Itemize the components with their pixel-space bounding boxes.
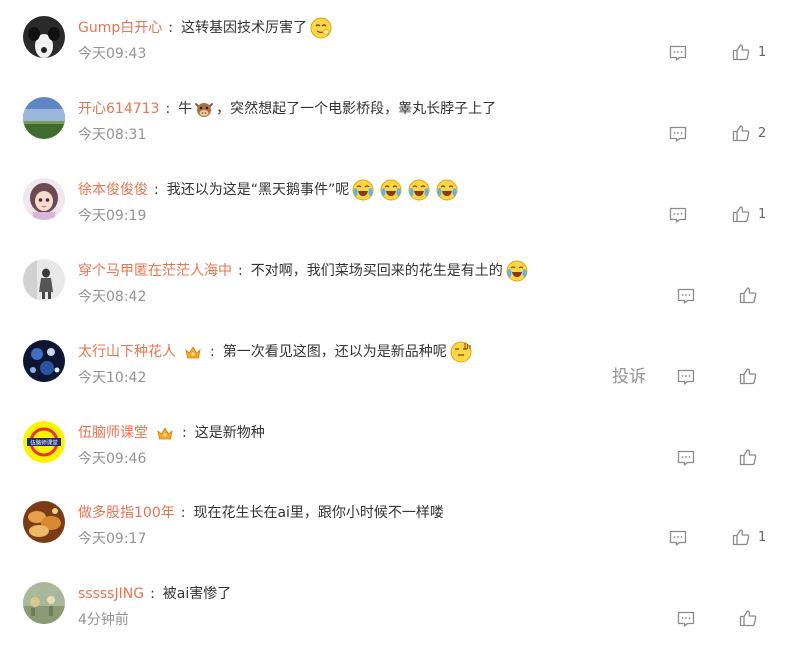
like-button[interactable] <box>738 366 758 386</box>
username-link[interactable]: 徐本俊俊俊 <box>78 178 148 202</box>
crown-badge-icon <box>184 343 202 361</box>
comment-item: 开心614713 : 牛 ，突然想起了一个电影桥段，睾丸长脖子上了 今天08:3… <box>0 81 795 161</box>
thumbs-up-icon <box>739 610 757 627</box>
doh-face-emoji-icon <box>450 341 472 363</box>
comment-text: 现在花生长在ai里，跟你小时候不一样喽 <box>193 505 444 521</box>
like-count: 2 <box>758 125 767 141</box>
avatar-brand-text: 伍脑师课堂 <box>30 439 58 447</box>
like-button[interactable]: 1 <box>731 527 766 547</box>
reply-icon[interactable] <box>676 286 696 306</box>
reply-icon[interactable] <box>668 43 688 63</box>
reply-icon[interactable] <box>676 367 696 387</box>
comment-time: 今天09:19 <box>78 208 147 224</box>
thumbs-up-icon <box>732 125 750 142</box>
user-avatar[interactable] <box>23 340 65 382</box>
crown-badge-icon <box>156 424 174 442</box>
username-link[interactable]: 伍脑师课堂 <box>78 421 148 445</box>
user-avatar[interactable] <box>23 259 65 301</box>
laugh-cry-emoji-icon <box>506 260 528 282</box>
thumbs-up-icon <box>739 287 757 304</box>
comment-time: 4分钟前 <box>78 612 129 628</box>
like-count: 1 <box>758 206 767 222</box>
like-button[interactable] <box>738 447 758 467</box>
comment-text: 不对啊，我们菜场买回来的花生是有土的 <box>250 263 503 279</box>
user-avatar[interactable]: 伍脑师课堂 <box>23 421 65 463</box>
thumbs-up-icon <box>739 368 757 385</box>
comment-line: 太行山下种花人 : 第一次看见这图，还以为是新品种呢 <box>78 340 472 364</box>
like-button[interactable]: 1 <box>731 204 766 224</box>
reply-icon[interactable] <box>668 124 688 144</box>
thumbs-up-icon <box>732 529 750 546</box>
comment-time: 今天08:31 <box>78 127 147 143</box>
username-link[interactable]: 做多股指100年 <box>78 501 175 525</box>
reply-icon[interactable] <box>668 528 688 548</box>
comment-time: 今天08:42 <box>78 289 147 305</box>
comment-text: 这转基因技术厉害了 <box>180 20 307 36</box>
like-button[interactable]: 1 <box>731 42 766 62</box>
separator: : <box>180 505 186 521</box>
comment-time: 今天09:43 <box>78 46 147 62</box>
separator: : <box>168 20 173 36</box>
comment-item: 徐本俊俊俊 : 我还以为这是“黑天鹅事件”呢 今天09:19 1 <box>0 162 795 242</box>
username-link[interactable]: 穿个马甲匿在茫茫人海中 <box>78 259 232 283</box>
separator: : <box>210 344 215 360</box>
reply-icon[interactable] <box>668 205 688 225</box>
user-avatar[interactable] <box>23 178 65 220</box>
comment-line: 开心614713 : 牛 ，突然想起了一个电影桥段，睾丸长脖子上了 <box>78 97 496 121</box>
separator: : <box>150 586 155 602</box>
comment-line: sssssJING : 被ai害惨了 <box>78 582 231 606</box>
user-avatar[interactable] <box>23 501 65 543</box>
username-link[interactable]: 开心614713 <box>78 97 159 121</box>
comment-text: 这是新物种 <box>194 425 265 441</box>
comment-text: ，突然想起了一个电影桥段，睾丸长脖子上了 <box>216 101 497 117</box>
thumbs-up-icon <box>739 449 757 466</box>
separator: : <box>165 101 171 117</box>
user-avatar[interactable] <box>23 582 65 624</box>
like-button[interactable] <box>738 285 758 305</box>
comment-line: Gump白开心 : 这转基因技术厉害了 <box>78 16 332 40</box>
comment-item: 做多股指100年 : 现在花生长在ai里，跟你小时候不一样喽 今天09:17 1 <box>0 485 795 565</box>
laugh-cry-emoji-icon <box>352 179 374 201</box>
separator: : <box>238 263 243 279</box>
like-button[interactable] <box>738 608 758 628</box>
report-link[interactable]: 投诉 <box>612 367 646 387</box>
user-avatar[interactable] <box>23 97 65 139</box>
laugh-cry-emoji-icon <box>408 179 430 201</box>
like-count: 1 <box>758 44 767 60</box>
separator: : <box>182 425 187 441</box>
comment-time: 今天09:46 <box>78 451 147 467</box>
comment-time: 今天10:42 <box>78 370 147 386</box>
comment-item: Gump白开心 : 这转基因技术厉害了 今天09:43 1 <box>0 0 795 80</box>
reply-icon[interactable] <box>676 448 696 468</box>
comment-line: 伍脑师课堂 : 这是新物种 <box>78 421 265 445</box>
laugh-cry-emoji-icon <box>436 179 458 201</box>
comment-text: 我还以为这是“黑天鹅事件”呢 <box>166 182 350 198</box>
comment-text: 第一次看见这图，还以为是新品种呢 <box>222 344 447 360</box>
username-link[interactable]: Gump白开心 <box>78 16 162 40</box>
comment-item: 穿个马甲匿在茫茫人海中 : 不对啊，我们菜场买回来的花生是有土的 今天08:42 <box>0 243 795 323</box>
separator: : <box>154 182 159 198</box>
thumbs-up-icon <box>732 44 750 61</box>
reply-icon[interactable] <box>676 609 696 629</box>
thumbs-up-icon <box>732 206 750 223</box>
comment-item: sssssJING : 被ai害惨了 4分钟前 <box>0 566 795 646</box>
username-link[interactable]: 太行山下种花人 <box>78 340 176 364</box>
like-count: 1 <box>758 529 767 545</box>
comment-line: 做多股指100年 : 现在花生长在ai里，跟你小时候不一样喽 <box>78 501 444 525</box>
user-avatar[interactable] <box>23 16 65 58</box>
like-button[interactable]: 2 <box>731 123 766 143</box>
cow-emoji-icon <box>194 99 214 119</box>
comment-item: 伍脑师课堂 伍脑师课堂 : 这是新物种 今天09:46 <box>0 405 795 485</box>
comment-item: 太行山下种花人 : 第一次看见这图，还以为是新品种呢 今天10:42 投诉 <box>0 324 795 404</box>
cheeky-face-emoji-icon <box>310 17 332 39</box>
comment-text: 被ai害惨了 <box>162 586 232 602</box>
comment-line: 徐本俊俊俊 : 我还以为这是“黑天鹅事件”呢 <box>78 178 458 202</box>
laugh-cry-emoji-icon <box>380 179 402 201</box>
comment-text: 牛 <box>178 101 193 117</box>
comment-line: 穿个马甲匿在茫茫人海中 : 不对啊，我们菜场买回来的花生是有土的 <box>78 259 528 283</box>
username-link[interactable]: sssssJING <box>78 582 144 606</box>
comment-time: 今天09:17 <box>78 531 147 547</box>
